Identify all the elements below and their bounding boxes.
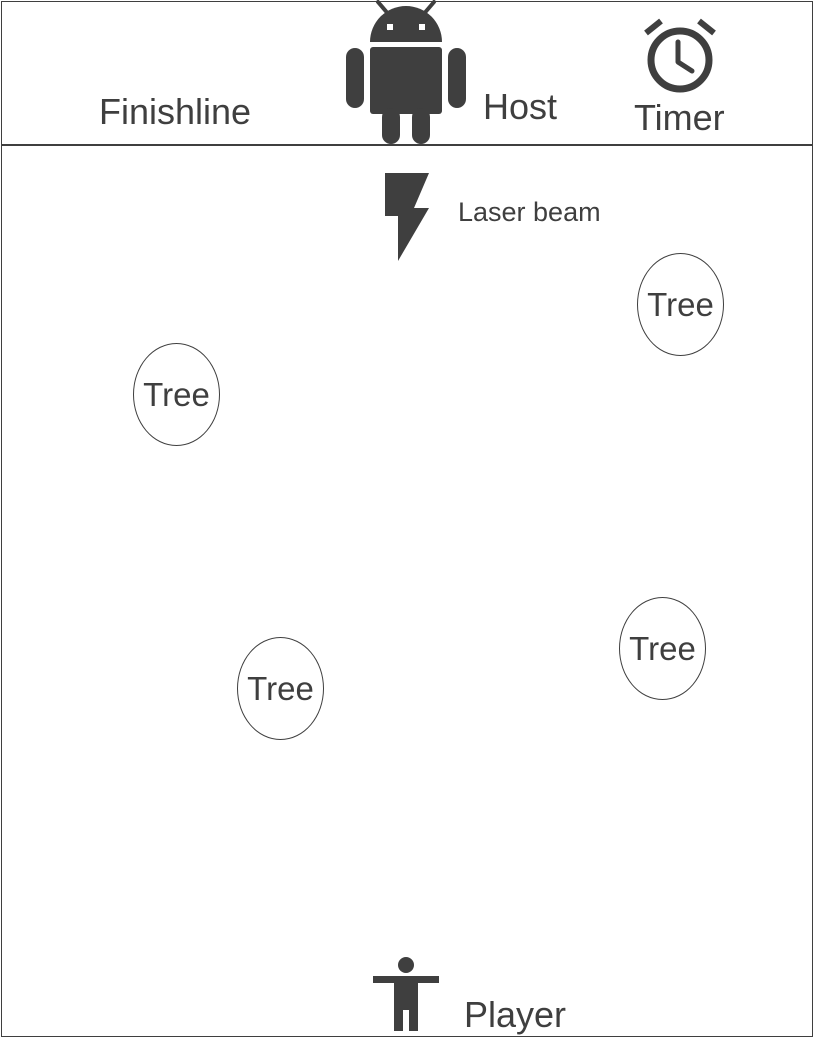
android-icon <box>345 0 467 146</box>
host-label: Host <box>483 86 558 127</box>
laser-beam-label: Laser beam <box>458 197 601 227</box>
person-icon <box>372 956 440 1032</box>
field-frame <box>1 1 813 1037</box>
tree-node: Tree <box>133 343 220 446</box>
tree-node: Tree <box>637 253 724 356</box>
timer-label: Timer <box>634 97 725 138</box>
tree-node: Tree <box>619 597 706 700</box>
alarm-clock-icon <box>641 17 719 95</box>
tree-node: Tree <box>237 637 324 740</box>
lightning-bolt-icon <box>384 172 430 262</box>
finishline-label: Finishline <box>99 91 252 132</box>
player-label: Player <box>464 994 567 1035</box>
